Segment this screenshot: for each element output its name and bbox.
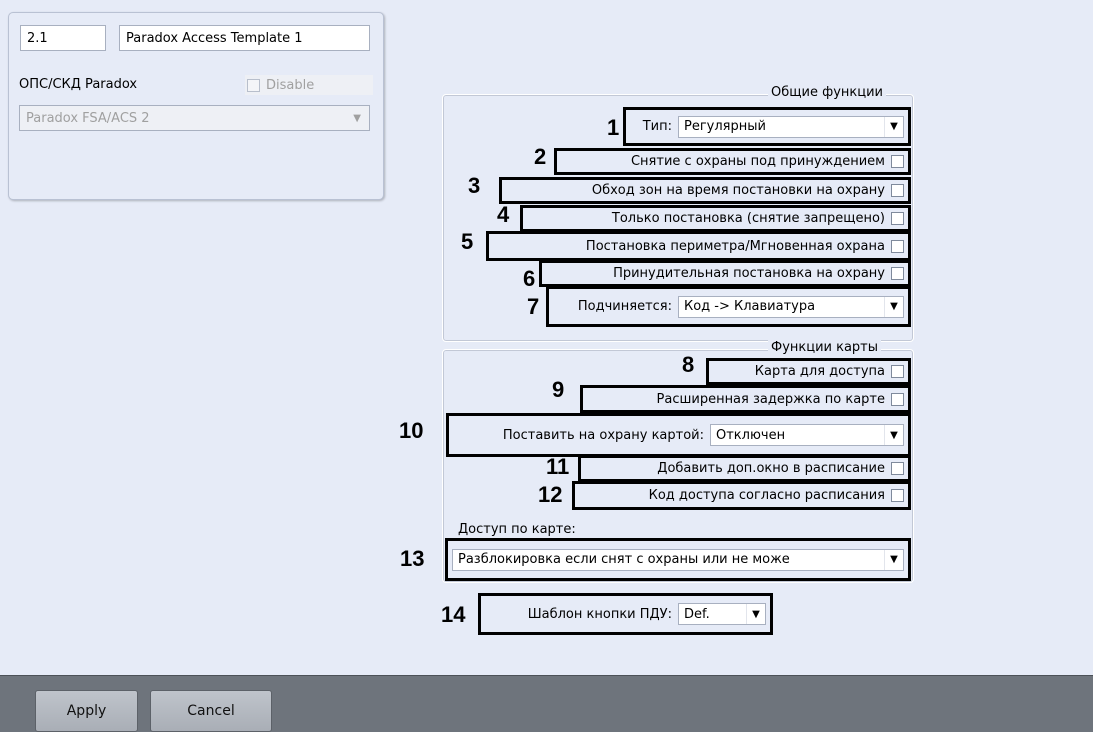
cancel-button[interactable]: Cancel	[150, 690, 272, 732]
marker-10: 10	[399, 418, 424, 443]
object-panel: 2.1 Paradox Access Template 1 ОПС/СКД Pa…	[8, 12, 384, 200]
type-select-value: Регулярный	[684, 119, 766, 134]
object-name-field[interactable]: Paradox Access Template 1	[119, 25, 370, 51]
marker-12: 12	[538, 482, 563, 507]
arm-by-card-select[interactable]: Отключен ▼	[710, 424, 904, 446]
perimeter-checkbox[interactable]	[891, 239, 904, 253]
subordinate-label: Подчиняется:	[577, 299, 672, 314]
marker-1: 1	[607, 115, 620, 140]
perimeter-row: Постановка периметра/Мгновенная охрана	[486, 231, 911, 261]
bypass-row: Обход зон на время постановки на охрану	[499, 177, 911, 204]
chevron-down-icon[interactable]: ▼	[884, 549, 903, 570]
perimeter-label: Постановка периметра/Мгновенная охрана	[585, 238, 885, 254]
arm-only-label: Только постановка (снятие запрещено)	[611, 211, 885, 226]
extended-delay-row: Расширенная задержка по карте	[580, 385, 911, 413]
general-functions-title: Общие функции	[768, 85, 886, 100]
marker-6: 6	[523, 266, 536, 291]
arm-by-card-row: Поставить на охрану картой: Отключен ▼	[446, 413, 911, 457]
duress-label: Снятие с охраны под принуждением	[630, 154, 885, 169]
parent-object-label: ОПС/СКД Paradox	[19, 77, 138, 92]
chevron-down-icon[interactable]: ▼	[884, 296, 903, 317]
add-window-label: Добавить доп.окно в расписание	[657, 461, 885, 476]
marker-14: 14	[441, 602, 466, 627]
apply-button[interactable]: Apply	[35, 690, 138, 732]
marker-8: 8	[682, 352, 695, 377]
chevron-down-icon: ▼	[353, 113, 361, 124]
type-label: Тип:	[642, 119, 672, 134]
disable-checkbox-box[interactable]	[247, 78, 260, 92]
arm-only-row: Только постановка (снятие запрещено)	[520, 205, 911, 232]
remote-template-select-value: Def.	[684, 606, 710, 622]
marker-3: 3	[468, 173, 481, 198]
cut-off-text: ‾‾‾‾‾‾‾‾‾‾‾‾‾‾‾‾‾‾‾‾‾‾‾‾‾‾‾‾‾‾‾‾‾‾‾‾‾‾‾‾…	[0, 0, 360, 8]
card-access-mode-row: Разблокировка если снят с охраны или не …	[445, 538, 911, 581]
marker-2: 2	[534, 144, 547, 169]
subordinate-row: Подчиняется: Код -> Клавиатура ▼	[546, 286, 911, 327]
force-arm-label: Принудительная постановка на охрану	[613, 266, 885, 281]
subordinate-select[interactable]: Код -> Клавиатура ▼	[678, 295, 904, 318]
card-access-mode-select-value: Разблокировка если снят с охраны или не …	[458, 552, 790, 567]
device-select-value: Paradox FSA/ACS 2	[26, 111, 150, 126]
remote-template-select[interactable]: Def. ▼	[678, 603, 766, 625]
code-schedule-row: Код доступа согласно расписания	[572, 481, 911, 510]
extended-delay-checkbox[interactable]	[891, 392, 904, 406]
remote-template-row: Шаблон кнопки ПДУ: Def. ▼	[478, 593, 773, 635]
type-row: Тип: Регулярный ▼	[623, 107, 911, 146]
code-schedule-label: Код доступа согласно расписания	[648, 488, 885, 503]
card-access-mode-label: Доступ по карте:	[458, 522, 576, 537]
type-select[interactable]: Регулярный ▼	[678, 115, 904, 138]
bypass-label: Обход зон на время постановки на охрану	[591, 183, 885, 198]
arm-by-card-label: Поставить на охрану картой:	[502, 427, 704, 443]
duress-row: Снятие с охраны под принуждением	[554, 148, 911, 175]
arm-by-card-select-value: Отключен	[716, 427, 786, 443]
code-schedule-checkbox[interactable]	[891, 489, 904, 502]
chevron-down-icon[interactable]: ▼	[884, 116, 903, 137]
extended-delay-label: Расширенная задержка по карте	[656, 391, 885, 407]
chevron-down-icon[interactable]: ▼	[746, 604, 765, 624]
disable-label: Disable	[266, 77, 315, 93]
card-access-mode-select[interactable]: Разблокировка если снят с охраны или не …	[452, 548, 904, 571]
duress-checkbox[interactable]	[891, 155, 904, 168]
card-access-checkbox[interactable]	[891, 365, 904, 378]
remote-template-label: Шаблон кнопки ПДУ:	[527, 606, 672, 622]
marker-11: 11	[546, 454, 570, 479]
card-functions-title: Функции карты	[768, 340, 882, 355]
add-window-checkbox[interactable]	[891, 462, 904, 475]
disable-checkbox[interactable]: Disable	[245, 75, 373, 95]
object-id-field[interactable]: 2.1	[20, 25, 106, 51]
add-window-row: Добавить доп.окно в расписание	[578, 455, 911, 482]
device-select: Paradox FSA/ACS 2 ▼	[19, 105, 370, 131]
force-arm-row: Принудительная постановка на охрану	[539, 260, 911, 287]
arm-only-checkbox[interactable]	[891, 212, 904, 225]
marker-13: 13	[400, 546, 425, 571]
card-access-checkbox-label: Карта для доступа	[754, 364, 885, 379]
marker-4: 4	[497, 202, 510, 227]
force-arm-checkbox[interactable]	[891, 267, 904, 280]
marker-9: 9	[552, 377, 565, 402]
card-access-row: Карта для доступа	[706, 358, 911, 385]
marker-7: 7	[527, 294, 540, 319]
subordinate-select-value: Код -> Клавиатура	[684, 299, 816, 314]
marker-5: 5	[461, 229, 474, 254]
chevron-down-icon[interactable]: ▼	[884, 425, 903, 445]
bypass-checkbox[interactable]	[891, 184, 904, 197]
